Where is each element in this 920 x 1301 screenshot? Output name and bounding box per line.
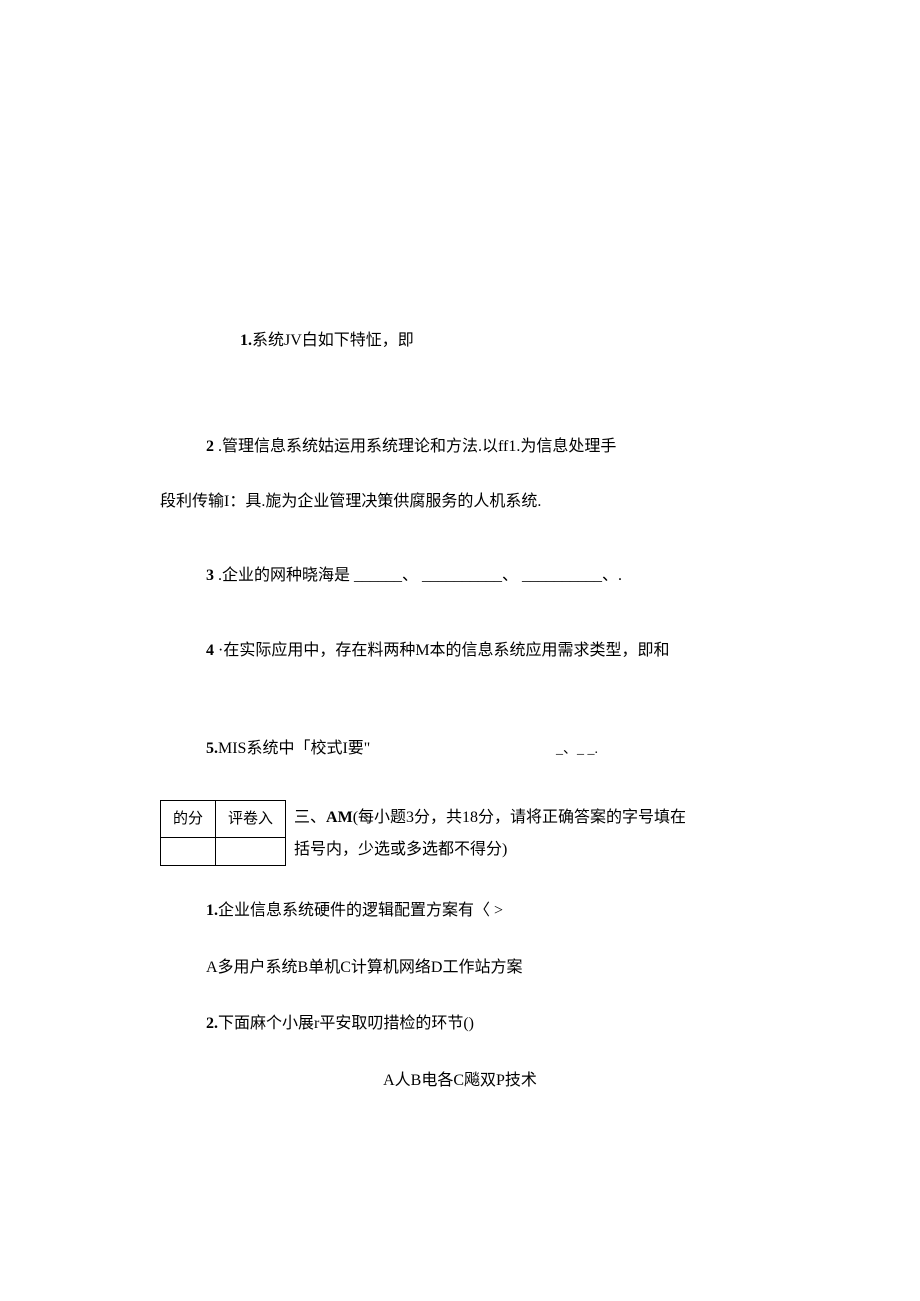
q1-number: 1. (240, 332, 252, 349)
section-3-line2: 括号内，少选或多选都不得分) (294, 834, 686, 866)
section-3-instr-text1: (每小题3分，共18分，请将正确答案的字号填在 (353, 809, 686, 826)
fill-blank-q3: 3 .企业的网种晓海是 ______、 __________、 ________… (206, 565, 760, 587)
score-label-cell: 的分 (161, 801, 216, 838)
exam-page: 1.系统JV白如下特怔，即 2 .管理信息系统姑运用系统理论和方法.以ff1.为… (0, 0, 920, 1226)
q2-line1-text: .管理信息系统姑运用系统理论和方法.以ff1.为信息处理手 (214, 438, 616, 455)
grader-label-cell: 评卷入 (216, 801, 286, 838)
q1-text: 系统JV白如下特怔，即 (252, 332, 414, 349)
q5-text: MIS系统中「校式I要" (218, 740, 370, 757)
fill-blank-q2-line2: 段利传输I：具.旎为企业管理决策供腐服务的人机系统. (160, 491, 760, 513)
table-row: 的分 评卷入 (161, 801, 286, 838)
fill-blank-q2-line1: 2 .管理信息系统姑运用系统理论和方法.以ff1.为信息处理手 (206, 436, 760, 458)
q2-line2-text: 段利传输I：具.旎为企业管理决策供腐服务的人机系统. (160, 493, 541, 510)
multiple-choice-q2: 2.下面麻个小展r平安取叨措检的环节() (206, 1013, 760, 1035)
section-3-line1: 三、AM(每小题3分，共18分，请将正确答案的字号填在 (294, 802, 686, 834)
q4-number: 4 (206, 642, 214, 659)
section-3-prefix: 三、 (294, 809, 326, 826)
section-3-type: AM (326, 809, 353, 826)
mc2-number: 2. (206, 1015, 218, 1032)
fill-blank-q4: 4 ·在实际应用中，存在料两种M本的信息系统应用需求类型，即和 (206, 640, 760, 662)
multiple-choice-q1: 1.企业信息系统硬件的逻辑配置方案有〈 > (206, 900, 760, 922)
fill-blank-q5: 5.MIS系统中「校式I要" _、_ _. (206, 738, 760, 760)
section-3-instructions: 三、AM(每小题3分，共18分，请将正确答案的字号填在 括号内，少选或多选都不得… (286, 800, 686, 866)
score-table: 的分 评卷入 (160, 800, 286, 866)
q5-number: 5. (206, 740, 218, 757)
mc1-options: A多用户系统B单机C计算机网络D工作站方案 (206, 957, 760, 979)
fill-blank-q1: 1.系统JV白如下特怔，即 (240, 330, 760, 352)
score-value-cell (161, 838, 216, 866)
mc2-question-text: 下面麻个小展r平安取叨措检的环节() (218, 1015, 474, 1032)
table-row (161, 838, 286, 866)
mc1-question-text: 企业信息系统硬件的逻辑配置方案有〈 > (218, 902, 503, 919)
mc2-options: A人B电各C飚双P技术 (160, 1070, 760, 1092)
q3-text: .企业的网种晓海是 ______、 __________、 __________… (214, 567, 622, 584)
q3-number: 3 (206, 567, 214, 584)
q2-number: 2 (206, 438, 214, 455)
grader-value-cell (216, 838, 286, 866)
q4-text: ·在实际应用中，存在料两种M本的信息系统应用需求类型，即和 (214, 642, 670, 659)
q5-blanks: _、_ _. (556, 740, 760, 760)
section-3-header: 的分 评卷入 三、AM(每小题3分，共18分，请将正确答案的字号填在 括号内，少… (160, 800, 760, 866)
mc1-number: 1. (206, 902, 218, 919)
